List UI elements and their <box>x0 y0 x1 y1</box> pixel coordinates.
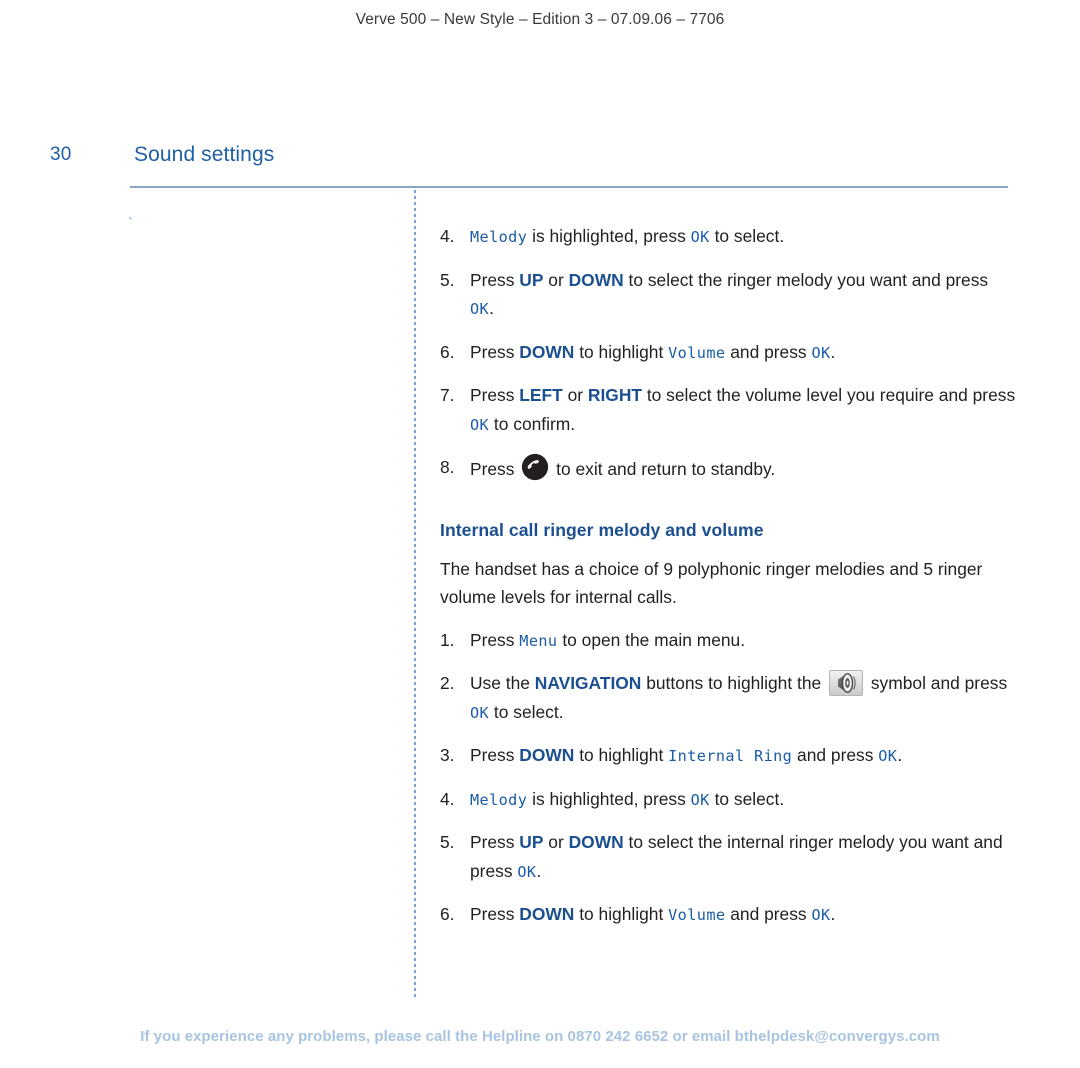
screen-label: Melody <box>470 790 528 809</box>
screen-label: OK <box>878 747 898 765</box>
key-name: LEFT <box>519 385 563 405</box>
list-item: 5. Press UP or DOWN to select the ringer … <box>440 266 1016 324</box>
screen-label: Internal Ring <box>668 747 793 765</box>
step-number: 8. <box>440 457 455 477</box>
step-number: 6. <box>440 904 455 924</box>
screen-label: Menu <box>519 631 558 650</box>
screen-label: OK <box>811 343 831 362</box>
step-number: 5. <box>440 269 455 290</box>
list-item: 4. Melody is highlighted, press OK to sel… <box>440 222 1016 252</box>
list-item: 4. Melody is highlighted, press OK to sel… <box>440 785 1016 815</box>
left-column-mark: ` <box>128 215 133 232</box>
page-title: Sound settings <box>134 143 275 166</box>
key-name: RIGHT <box>587 385 643 405</box>
screen-label: Melody <box>470 228 528 246</box>
screen-label: OK <box>470 415 490 434</box>
title-rule <box>130 186 1008 188</box>
screen-label: OK <box>690 790 710 809</box>
screen-label: OK <box>690 228 710 246</box>
running-header: Verve 500 – New Style – Edition 3 – 07.0… <box>355 11 725 28</box>
step-number: 7. <box>440 385 455 405</box>
screen-label: Volume <box>668 906 726 924</box>
key-name: DOWN <box>519 904 575 924</box>
step-number: 6. <box>440 341 455 362</box>
screen-label: OK <box>470 300 490 318</box>
speaker-symbol-icon <box>829 670 864 696</box>
screen-label: OK <box>470 703 490 722</box>
list-item: 6. Press DOWN to highlight Volume and pre… <box>440 900 1016 930</box>
external-ringer-step-list: 4. Melody is highlighted, press OK to sel… <box>440 222 1016 484</box>
step-number: 3. <box>440 745 455 765</box>
step-number: 5. <box>440 832 455 852</box>
list-item: 1. Press Menu to open the main menu. <box>440 626 1016 656</box>
list-item: 7. Press LEFT or RIGHT to select the volu… <box>440 381 1016 439</box>
key-name: DOWN <box>519 341 575 362</box>
internal-ringer-step-list: 1. Press Menu to open the main menu. 2. Use… <box>440 626 1016 930</box>
key-name: NAVIGATION <box>534 673 642 693</box>
key-name: UP <box>519 832 544 852</box>
step-number: 4. <box>440 788 455 809</box>
key-name: DOWN <box>568 832 624 852</box>
footer-helpline: If you experience any problems, please c… <box>140 1028 940 1045</box>
key-name: DOWN <box>568 269 624 290</box>
key-name: UP <box>519 269 544 290</box>
list-item: 2. Use the NAVIGATION buttons to highligh… <box>440 669 1016 727</box>
key-name: DOWN <box>519 745 575 765</box>
list-item: 5. Press UP or DOWN to select the interna… <box>440 828 1016 886</box>
internal-section-heading: Internal call ringer melody and volume <box>440 519 764 540</box>
screen-label: OK <box>811 906 831 924</box>
list-item: 8. Press to exit and return to standby. <box>440 453 1016 484</box>
list-item: 3. Press DOWN to highlight Internal Ring … <box>440 741 1016 771</box>
internal-section-intro: The handset has a choice of 9 polyphonic… <box>440 558 983 608</box>
list-item: 6. Press DOWN to highlight Volume and pre… <box>440 338 1016 368</box>
page-number: 30 <box>50 144 72 165</box>
screen-label: OK <box>517 862 537 881</box>
end-call-icon <box>521 453 549 481</box>
step-number: 2. <box>440 673 455 693</box>
step-number: 1. <box>440 629 455 650</box>
screen-label: Volume <box>668 343 726 362</box>
main-content: 4. Melody is highlighted, press OK to sel… <box>440 222 1016 930</box>
step-number: 4. <box>440 226 455 246</box>
column-divider <box>414 190 416 998</box>
